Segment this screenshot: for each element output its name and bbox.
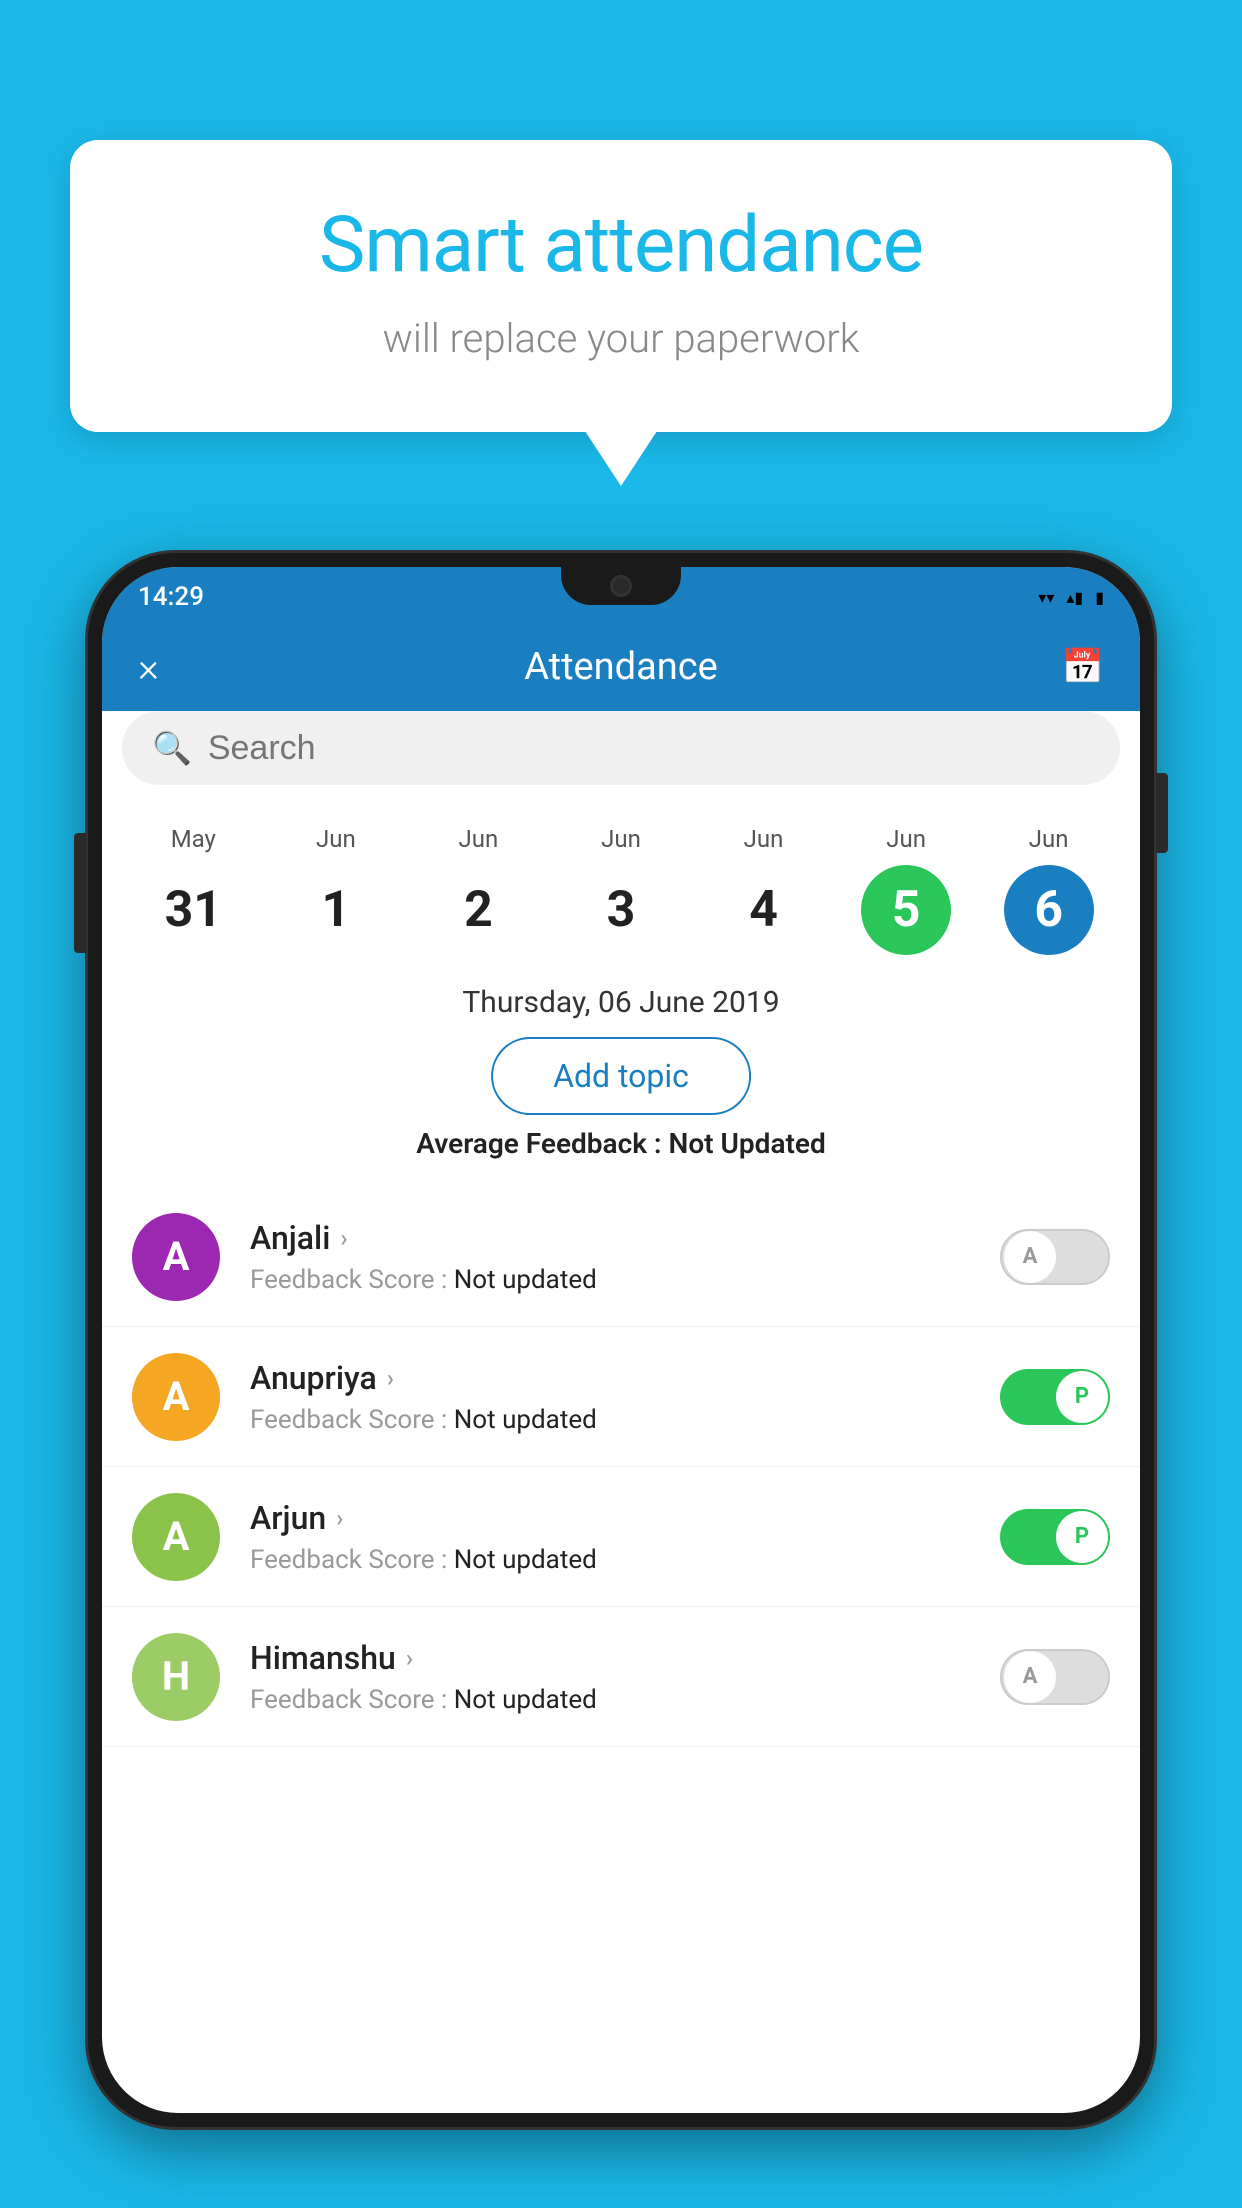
attendance-toggle[interactable]: P: [1000, 1369, 1110, 1425]
student-feedback: Feedback Score : Not updated: [250, 1265, 1000, 1295]
student-item-2: A Arjun› Feedback Score : Not updated P: [102, 1467, 1140, 1607]
student-name[interactable]: Anupriya›: [250, 1359, 1000, 1397]
student-item-3: H Himanshu› Feedback Score : Not updatedA: [102, 1607, 1140, 1747]
student-feedback: Feedback Score : Not updated: [250, 1405, 1000, 1435]
calendar-strip: May 31 Jun 1 Jun 2 Jun 3 Jun 4 Jun 5 Jun 6: [102, 805, 1140, 975]
student-info: Anjali› Feedback Score : Not updated: [250, 1219, 1000, 1295]
calendar-icon[interactable]: 📅: [1062, 647, 1104, 687]
cal-num: 1: [291, 865, 381, 955]
attendance-toggle[interactable]: A: [1000, 1229, 1110, 1285]
cal-month: Jun: [459, 825, 499, 853]
student-name[interactable]: Arjun›: [250, 1499, 1000, 1537]
close-button[interactable]: ×: [138, 644, 159, 691]
student-list: AAnjali›Feedback Score : Not updatedAAAn…: [102, 1187, 1140, 2113]
student-feedback: Feedback Score : Not updated: [250, 1685, 1000, 1715]
cal-num: 2: [433, 865, 523, 955]
cal-num: 31: [148, 865, 238, 955]
cal-month: Jun: [1029, 825, 1069, 853]
cal-day-6[interactable]: Jun 6: [994, 825, 1104, 955]
student-info: Himanshu› Feedback Score : Not updated: [250, 1639, 1000, 1715]
chevron-icon: ›: [387, 1364, 394, 1392]
student-name[interactable]: Anjali›: [250, 1219, 1000, 1257]
chevron-icon: ›: [336, 1504, 343, 1532]
avg-feedback: Average Feedback : Not Updated: [102, 1127, 1140, 1160]
search-input[interactable]: [208, 729, 1090, 768]
chevron-icon: ›: [406, 1644, 413, 1672]
cal-month: Jun: [601, 825, 641, 853]
student-avatar: A: [132, 1353, 220, 1441]
cal-day-1[interactable]: Jun 1: [281, 825, 391, 955]
cal-month: Jun: [744, 825, 784, 853]
avg-feedback-label: Average Feedback :: [416, 1127, 661, 1160]
cal-day-2[interactable]: Jun 2: [423, 825, 533, 955]
avg-feedback-value: Not Updated: [669, 1127, 826, 1160]
search-icon: 🔍: [152, 729, 192, 767]
cal-day-5[interactable]: Jun 5: [851, 825, 961, 955]
camera: [610, 575, 632, 597]
student-info: Anupriya› Feedback Score : Not updated: [250, 1359, 1000, 1435]
cal-month: Jun: [886, 825, 926, 853]
speech-bubble-container: Smart attendance will replace your paper…: [70, 140, 1172, 432]
attendance-toggle[interactable]: P: [1000, 1509, 1110, 1565]
toggle-knob: A: [1004, 1231, 1056, 1283]
cal-num: 3: [576, 865, 666, 955]
cal-num: 6: [1004, 865, 1094, 955]
status-icons: ▾▾ ▴▮ ▮: [1038, 588, 1104, 607]
selected-date: Thursday, 06 June 2019: [102, 985, 1140, 1020]
student-feedback: Feedback Score : Not updated: [250, 1545, 1000, 1575]
signal-icon: ▴▮: [1066, 588, 1083, 607]
student-avatar: A: [132, 1493, 220, 1581]
battery-icon: ▮: [1095, 588, 1104, 607]
student-info: Arjun› Feedback Score : Not updated: [250, 1499, 1000, 1575]
app-bar-title: Attendance: [524, 645, 718, 689]
cal-month: Jun: [316, 825, 356, 853]
search-bar[interactable]: 🔍: [122, 711, 1120, 785]
cal-num: 5: [861, 865, 951, 955]
cal-num: 4: [719, 865, 809, 955]
speech-bubble-title: Smart attendance: [150, 200, 1092, 291]
cal-month: May: [171, 825, 216, 853]
student-item-0: AAnjali›Feedback Score : Not updatedA: [102, 1187, 1140, 1327]
student-item-1: A Anupriya› Feedback Score : Not updated P: [102, 1327, 1140, 1467]
cal-day-3[interactable]: Jun 3: [566, 825, 676, 955]
wifi-icon: ▾▾: [1038, 588, 1054, 607]
toggle-knob: A: [1004, 1651, 1056, 1703]
notch: [561, 567, 681, 605]
speech-bubble: Smart attendance will replace your paper…: [70, 140, 1172, 432]
attendance-toggle[interactable]: A: [1000, 1649, 1110, 1705]
app-bar: × Attendance 📅: [102, 623, 1140, 711]
speech-bubble-subtitle: will replace your paperwork: [150, 315, 1092, 362]
student-avatar: A: [132, 1213, 220, 1301]
cal-day-0[interactable]: May 31: [138, 825, 248, 955]
chevron-icon: ›: [340, 1224, 347, 1252]
student-name[interactable]: Himanshu›: [250, 1639, 1000, 1677]
student-avatar: H: [132, 1633, 220, 1721]
toggle-knob: P: [1056, 1371, 1108, 1423]
toggle-knob: P: [1056, 1511, 1108, 1563]
phone-screen: 14:29 ▾▾ ▴▮ ▮ × Attendance 📅 🔍 May 31 Jun 1…: [102, 567, 1140, 2113]
phone-outer: 14:29 ▾▾ ▴▮ ▮ × Attendance 📅 🔍 May 31 Jun 1…: [85, 550, 1157, 2130]
status-time: 14:29: [138, 582, 204, 612]
cal-day-4[interactable]: Jun 4: [709, 825, 819, 955]
add-topic-button[interactable]: Add topic: [491, 1037, 751, 1115]
phone-container: 14:29 ▾▾ ▴▮ ▮ × Attendance 📅 🔍 May 31 Jun 1…: [85, 550, 1157, 2130]
